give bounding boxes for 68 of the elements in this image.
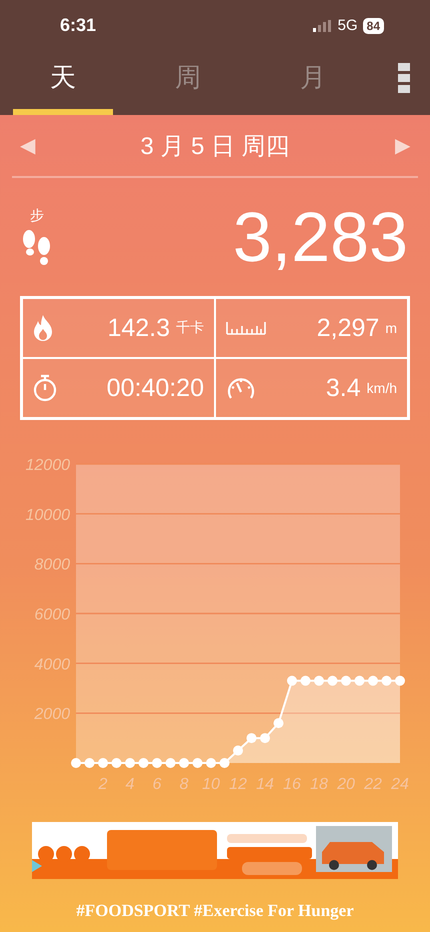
network-label: 5G <box>338 17 358 34</box>
data-point <box>220 758 230 768</box>
data-point <box>341 676 351 686</box>
flame-icon <box>33 315 53 341</box>
tab[interactable]: 周 <box>138 45 238 115</box>
stat-unit: m <box>385 320 397 336</box>
x-axis-label: 8 <box>180 776 188 793</box>
y-axis-label: 2000 <box>34 706 70 724</box>
x-axis-label: 16 <box>283 776 301 793</box>
data-point <box>179 758 189 768</box>
x-axis-label: 20 <box>337 776 355 793</box>
data-point <box>260 733 270 744</box>
stat-value: 00:40:20 <box>106 374 204 402</box>
signal-icon <box>312 20 333 32</box>
data-point <box>152 758 162 768</box>
y-axis-label: 8000 <box>34 556 70 574</box>
data-point <box>287 676 297 686</box>
data-point <box>84 758 94 768</box>
x-axis-label: 10 <box>202 776 220 793</box>
data-point <box>206 758 216 768</box>
data-point <box>314 676 324 686</box>
data-point <box>395 676 405 686</box>
ruler-icon <box>226 321 266 335</box>
stat-unit: 千卡 <box>176 319 204 337</box>
step-count: 3,283 <box>232 197 408 277</box>
x-axis-label: 12 <box>229 776 247 793</box>
x-axis-label: 18 <box>310 776 328 793</box>
data-point <box>300 676 310 686</box>
stat-value: 142.3 <box>107 314 170 342</box>
data-point <box>71 758 81 768</box>
data-point <box>354 676 364 686</box>
data-point <box>192 758 202 768</box>
data-point <box>368 676 378 686</box>
y-axis-label: 4000 <box>34 656 70 674</box>
more-icon[interactable] <box>398 63 410 93</box>
stat-value: 3.4 <box>326 374 361 402</box>
x-axis-label: 2 <box>98 776 108 793</box>
data-point <box>274 718 284 728</box>
x-axis-label: 24 <box>391 776 409 793</box>
previous-day-button[interactable]: ◀ <box>12 133 43 158</box>
y-axis-label: 6000 <box>34 606 70 624</box>
x-axis-label: 14 <box>256 776 274 793</box>
data-point <box>166 758 176 768</box>
steps-label: 步 <box>30 207 44 225</box>
footprints-icon <box>22 229 52 267</box>
data-point <box>382 676 392 686</box>
data-point <box>246 733 256 744</box>
battery-indicator: 84 <box>362 18 384 34</box>
x-axis-label: 6 <box>152 776 162 793</box>
x-axis-label: 22 <box>364 776 382 793</box>
date-label: 3 月 5 日 周四 <box>140 132 290 162</box>
stat-value: 2,297 <box>316 314 380 342</box>
data-point <box>328 676 338 686</box>
data-point <box>125 758 135 768</box>
data-point <box>98 758 108 768</box>
speedometer-icon <box>226 376 256 400</box>
data-point <box>138 758 148 768</box>
data-point <box>112 758 122 768</box>
status-time: 6:31 <box>60 15 96 36</box>
y-axis-label: 12000 <box>26 457 70 474</box>
stat-unit: km/h <box>366 380 397 396</box>
x-axis-label: 4 <box>126 776 134 793</box>
next-day-button[interactable]: ▶ <box>387 133 418 158</box>
tab[interactable]: 月 <box>263 45 363 115</box>
y-axis-label: 10000 <box>26 506 70 524</box>
data-point <box>233 746 243 756</box>
stopwatch-icon <box>33 374 57 402</box>
footer-hashtags: #FOODSPORT #Exercise For Hunger <box>76 901 354 921</box>
